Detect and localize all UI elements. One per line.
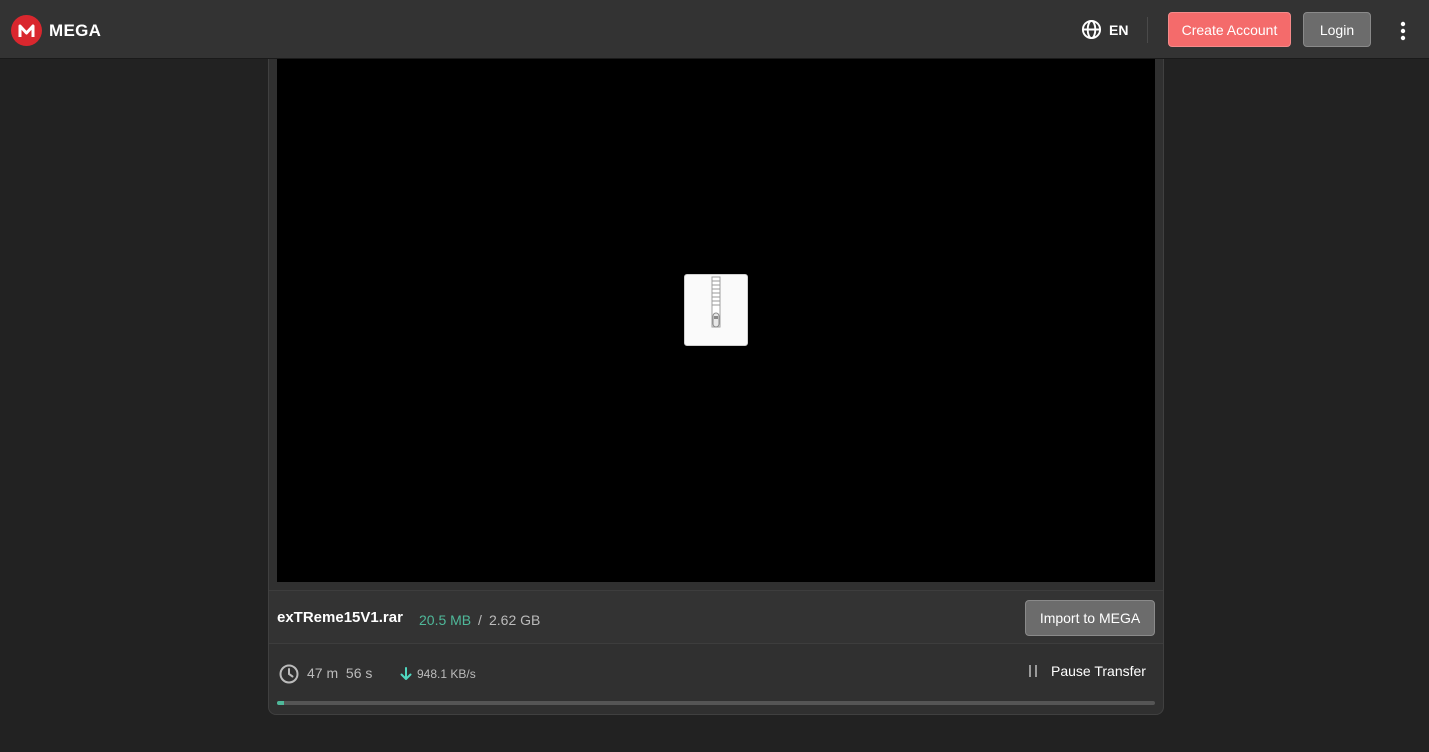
top-bar: MEGA EN Create Account Login [0, 0, 1429, 59]
pause-icon [1029, 665, 1039, 677]
download-arrow-icon [400, 667, 412, 680]
file-download-panel: exTReme15V1.rar 20.5 MB / 2.62 GB Import… [268, 59, 1164, 715]
size-separator: / [478, 612, 482, 628]
brand-name: MEGA [49, 20, 102, 40]
language-code: EN [1109, 21, 1129, 38]
pause-transfer-label: Pause Transfer [1051, 663, 1146, 679]
kebab-menu-icon[interactable] [1395, 20, 1411, 42]
mega-logo[interactable]: MEGA [11, 15, 101, 46]
create-account-button[interactable]: Create Account [1168, 12, 1291, 47]
time-remaining: 47 m 56 s [307, 665, 373, 681]
pause-transfer-button[interactable]: Pause Transfer [1029, 663, 1146, 679]
file-info-row: exTReme15V1.rar 20.5 MB / 2.62 GB Import… [269, 590, 1163, 644]
language-selector[interactable]: EN [1081, 19, 1128, 40]
download-progress-fill [277, 701, 284, 705]
download-progress-bar [277, 701, 1155, 705]
transfer-status-row: 47 m 56 s 948.1 KB/s Pause Transfer [269, 644, 1163, 704]
archive-file-icon [684, 274, 748, 346]
import-to-mega-button[interactable]: Import to MEGA [1025, 600, 1155, 636]
login-button[interactable]: Login [1303, 12, 1371, 47]
file-name: exTReme15V1.rar [277, 609, 403, 626]
downloaded-size: 20.5 MB [419, 612, 472, 628]
transfer-speed: 948.1 KB/s [417, 667, 476, 681]
clock-icon [279, 664, 299, 684]
total-size: 2.62 GB [489, 612, 541, 628]
globe-icon [1081, 19, 1102, 40]
header-divider [1147, 17, 1148, 43]
file-preview-area [277, 59, 1155, 582]
mega-logo-icon [11, 15, 42, 46]
